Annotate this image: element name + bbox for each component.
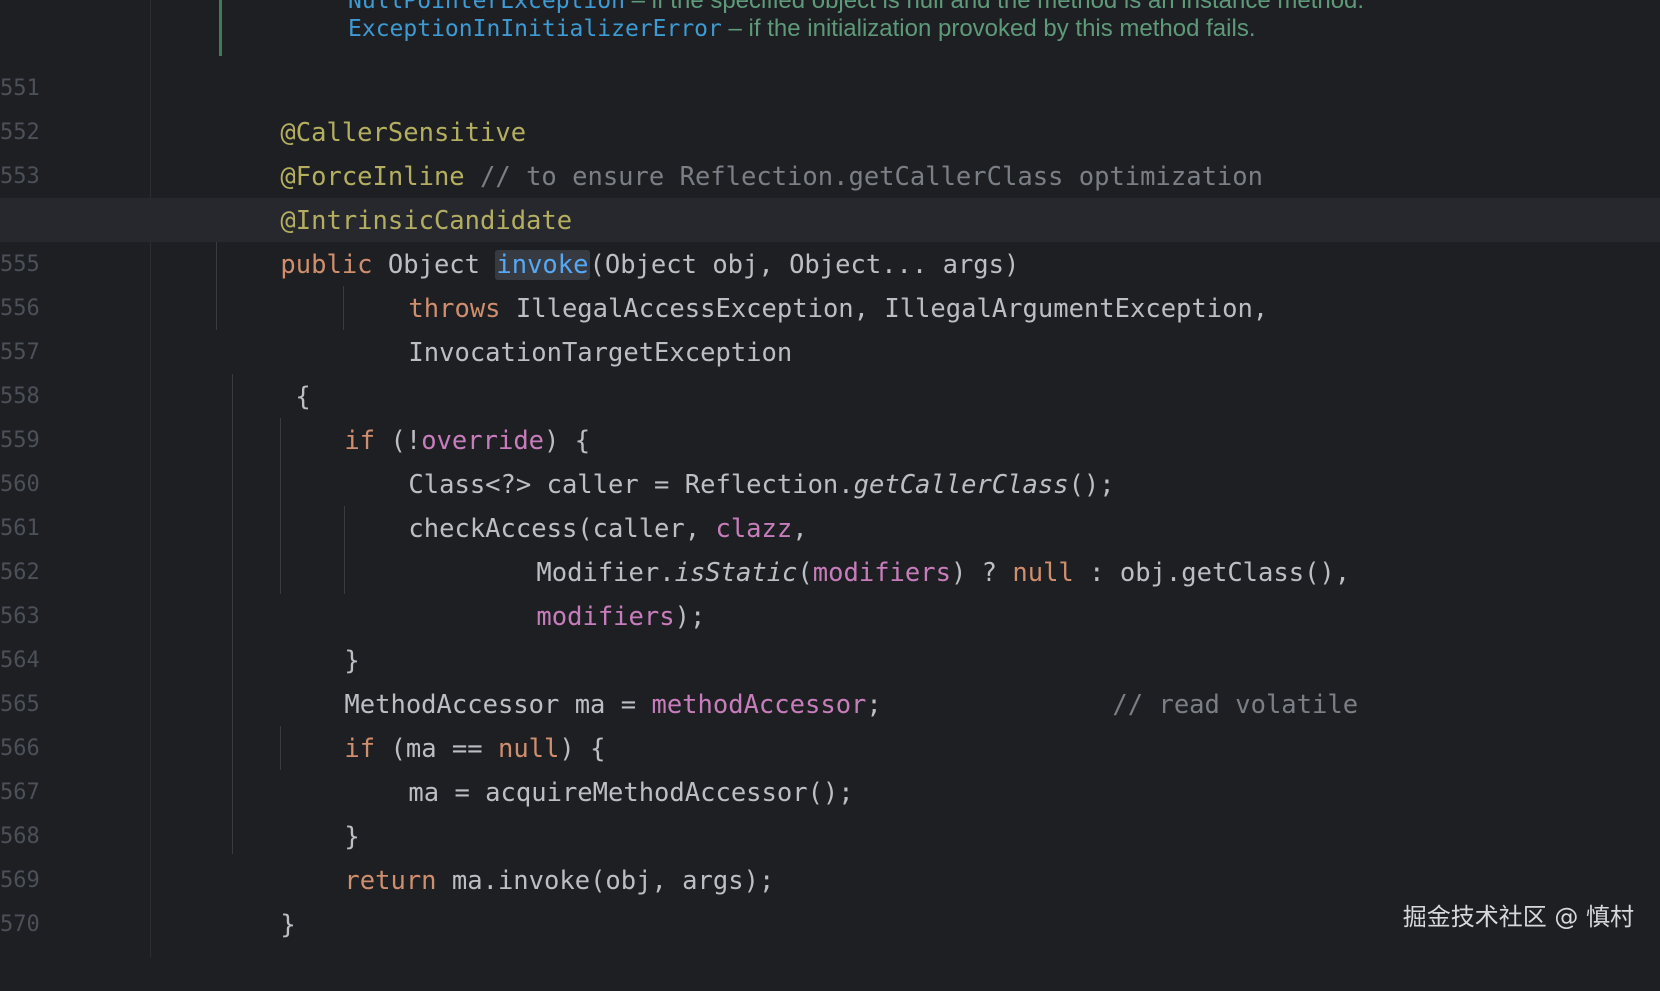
code-line[interactable]: InvocationTargetException bbox=[347, 287, 792, 368]
keyword: return bbox=[344, 866, 437, 896]
line-number: 553 bbox=[0, 164, 40, 189]
indent-guide bbox=[280, 418, 281, 594]
brace: } bbox=[280, 910, 296, 940]
code-line[interactable]: return ma.invoke(obj, args); bbox=[283, 815, 774, 896]
line-number: 568 bbox=[0, 824, 40, 849]
code-text: ); bbox=[674, 602, 706, 632]
line-number: 566 bbox=[0, 736, 40, 761]
code-editor[interactable]: 551 552 553 554 555 556 557 558 559 560 … bbox=[0, 0, 1660, 957]
code-text: ( bbox=[797, 558, 813, 588]
code-line[interactable]: if (ma == null) { bbox=[283, 683, 605, 764]
comment: // read volatile bbox=[1112, 690, 1359, 720]
line-number: 567 bbox=[0, 780, 40, 805]
line-number: 562 bbox=[0, 560, 40, 585]
indent-guide bbox=[280, 726, 281, 770]
line-number: 569 bbox=[0, 868, 40, 893]
line-number: 559 bbox=[0, 428, 40, 453]
code-line[interactable]: Modifier.isStatic(modifiers) ? null : ob… bbox=[475, 507, 1350, 588]
line-number: 557 bbox=[0, 340, 40, 365]
watermark: 掘金技术社区 @ 慎村 bbox=[1402, 903, 1634, 931]
code-line[interactable]: @ForceInline // to ensure Reflection.get… bbox=[219, 111, 1263, 192]
keyword: null bbox=[1012, 558, 1074, 588]
code-line[interactable]: @IntrinsicCandidate bbox=[219, 155, 572, 236]
code-line[interactable]: Class<?> caller = Reflection.getCallerCl… bbox=[347, 419, 1114, 500]
code-text: : obj.getClass(), bbox=[1073, 558, 1351, 588]
code-line[interactable]: modifiers); bbox=[475, 551, 705, 632]
line-number: 570 bbox=[0, 912, 40, 937]
comment: // to ensure Reflection.getCallerClass o… bbox=[464, 162, 1263, 192]
field: modifiers bbox=[812, 558, 951, 588]
javadoc-text: – if the specified object is null and th… bbox=[624, 0, 1365, 14]
line-number: 560 bbox=[0, 472, 40, 497]
code-text: InvocationTargetException bbox=[408, 338, 793, 368]
line-number: 565 bbox=[0, 692, 40, 717]
indent-guide bbox=[343, 286, 344, 330]
line-number: 552 bbox=[0, 120, 40, 145]
line-number: 551 bbox=[0, 76, 40, 101]
javadoc-bar bbox=[219, 0, 222, 56]
line-number: 556 bbox=[0, 296, 40, 321]
line-number: 555 bbox=[0, 252, 40, 277]
code-text: ma = acquireMethodAccessor(); bbox=[408, 778, 854, 808]
code-line[interactable]: } bbox=[219, 859, 295, 940]
code-line-current[interactable]: public Object invoke(Object obj, Object.… bbox=[219, 199, 1019, 280]
javadoc-text: – if the initialization provoked by this… bbox=[721, 15, 1256, 42]
indent-guide bbox=[344, 506, 345, 594]
code-text: (); bbox=[1068, 470, 1115, 500]
javadoc-exception-name[interactable]: ExceptionInInitializerError bbox=[348, 16, 722, 42]
line-number: 561 bbox=[0, 516, 40, 541]
field: modifiers bbox=[536, 602, 675, 632]
code-text: ) ? bbox=[950, 558, 1013, 588]
code-line[interactable]: MethodAccessor ma = methodAccessor; bbox=[283, 639, 881, 720]
code-text: ma.invoke(obj, args); bbox=[436, 866, 775, 896]
line-number: 558 bbox=[0, 384, 40, 409]
line-number: 564 bbox=[0, 648, 40, 673]
javadoc-exception-name[interactable]: NullPointerException bbox=[348, 0, 625, 14]
code-line[interactable]: checkAccess(caller, clazz, bbox=[347, 463, 807, 544]
line-number-gutter[interactable]: 551 552 553 554 555 556 557 558 559 560 … bbox=[0, 0, 151, 957]
code-line[interactable]: if (!override) { bbox=[283, 375, 590, 456]
static-method: getCallerClass bbox=[853, 470, 1069, 500]
javadoc-line: ExceptionInInitializerError – if the ini… bbox=[348, 14, 1256, 44]
line-number: 563 bbox=[0, 604, 40, 629]
code-line[interactable]: ma = acquireMethodAccessor(); bbox=[347, 727, 853, 808]
code-comment-line[interactable]: // read volatile bbox=[1051, 639, 1358, 720]
code-line[interactable]: throws IllegalAccessException, IllegalAr… bbox=[347, 243, 1268, 324]
indent-guide bbox=[216, 242, 217, 330]
code-text: ; bbox=[866, 690, 882, 720]
code-line[interactable]: } bbox=[283, 771, 359, 852]
code-line[interactable]: { bbox=[234, 331, 310, 412]
code-line[interactable]: } bbox=[283, 595, 359, 676]
code-line[interactable]: @CallerSensitive bbox=[219, 67, 526, 148]
field: methodAccessor bbox=[651, 690, 867, 720]
indent-guide bbox=[232, 374, 233, 854]
